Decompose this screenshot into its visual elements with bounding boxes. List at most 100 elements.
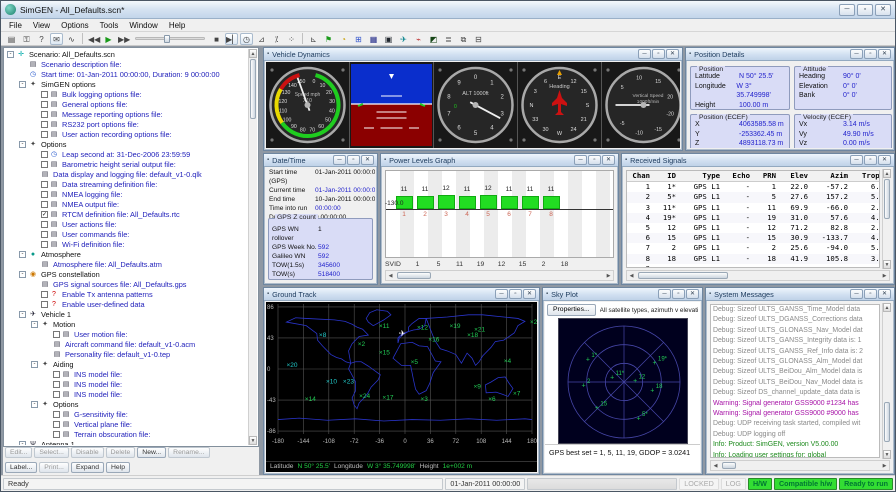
table-row[interactable]: 11*GPS L1-122.0-57.26.53.12	[627, 182, 879, 192]
tree-checkbox[interactable]	[53, 331, 60, 338]
panel-minimize-button[interactable]: ─	[638, 49, 651, 59]
tree-item[interactable]: -✛Scenario: All_Defaults.scn	[5, 49, 248, 59]
table-row[interactable]: 9	[627, 264, 879, 268]
menu-options[interactable]: Options	[56, 20, 94, 31]
tree-checkbox[interactable]	[41, 221, 48, 228]
panel-minimize-button[interactable]: ─	[658, 289, 671, 299]
run-pointer-icon[interactable]: ▶▏	[225, 33, 238, 45]
tree-checkbox[interactable]	[41, 301, 48, 308]
column-header[interactable]: Azim	[811, 171, 851, 181]
power-hscrollbar[interactable]: ◀ ▶	[385, 270, 614, 281]
scroll-thumb[interactable]	[250, 59, 256, 119]
system-messages-titlebar[interactable]: ▪ System Messages ─ ▫ ✕	[706, 288, 894, 301]
table-row[interactable]: 615GPS L1-1530.9-133.74.82.62	[627, 233, 879, 243]
scroll-thumb[interactable]	[884, 402, 890, 442]
tree-checkbox[interactable]	[41, 131, 48, 138]
panel-maximize-button[interactable]: ▫	[588, 155, 601, 165]
clock-icon[interactable]: ◷	[240, 33, 253, 45]
tree-item[interactable]: ▤Atmosphere file: All_Defaults.atm	[5, 259, 248, 269]
tree-item[interactable]: -✦Aiding	[5, 359, 248, 369]
tree-checkbox[interactable]	[53, 381, 60, 388]
tree-item[interactable]: -✦Options	[5, 139, 248, 149]
column-header[interactable]: ID	[653, 171, 679, 181]
tree-expander-icon[interactable]: -	[31, 321, 38, 328]
received-signals-titlebar[interactable]: ▪ Received Signals ─ ▫ ✕	[622, 154, 894, 167]
rewind-button[interactable]: ◀◀	[87, 33, 100, 45]
scroll-thumb[interactable]	[397, 272, 431, 279]
panel-minimize-button[interactable]: ─	[333, 155, 346, 165]
tree-checkbox[interactable]	[53, 431, 60, 438]
tree-checkbox[interactable]	[41, 191, 48, 198]
dynamics-window-icon[interactable]: ◩	[427, 33, 440, 45]
tree-checkbox[interactable]	[41, 161, 48, 168]
panel-close-button[interactable]: ✕	[602, 155, 615, 165]
tree-item[interactable]: ▤Scenario description file:	[5, 59, 248, 69]
messages-vscrollbar[interactable]: ▲ ▼	[882, 303, 891, 459]
expand-button[interactable]: Expand	[71, 462, 104, 473]
print-icon[interactable]: ▤	[5, 33, 18, 45]
map-icon[interactable]: ⚑	[322, 33, 335, 45]
scroll-thumb[interactable]	[722, 462, 736, 469]
panel-close-button[interactable]: ✕	[878, 155, 891, 165]
panel-maximize-button[interactable]: ▫	[652, 49, 665, 59]
signals-hscrollbar[interactable]: ◀ ▶	[626, 270, 890, 281]
tree-item[interactable]: ▤User motion file:	[5, 329, 248, 339]
column-header[interactable]: Type	[679, 171, 723, 181]
panel-maximize-button[interactable]: ▫	[864, 155, 877, 165]
help-button[interactable]: Help	[106, 462, 130, 473]
rename-button[interactable]: Rename...	[168, 447, 209, 458]
tree-checkbox[interactable]	[41, 241, 48, 248]
position-details-titlebar[interactable]: ▪ Position Details ─ ▫ ✕	[686, 48, 894, 61]
tree-item[interactable]: -◉GPS constellation	[5, 269, 248, 279]
tree-item[interactable]: ▤G-sensitivity file:	[5, 409, 248, 419]
power-window-icon[interactable]: ⌁	[412, 33, 425, 45]
tree-scrollbar[interactable]: ▲ ▼	[248, 49, 257, 445]
sky-plot-titlebar[interactable]: ▪ Sky Plot ─ ▫ ✕	[543, 288, 702, 301]
menu-file[interactable]: File	[4, 20, 27, 31]
scroll-up-icon[interactable]: ▲	[883, 303, 891, 312]
column-header[interactable]: Elev	[779, 171, 811, 181]
tree-expander-icon[interactable]: -	[19, 251, 26, 258]
tree-checkbox[interactable]	[41, 121, 48, 128]
tree-item[interactable]: ◷Leap second at: 31-Dec-2006 23:59:59	[5, 149, 248, 159]
tree-item[interactable]: -✦SimGEN options	[5, 79, 248, 89]
tree-item[interactable]: ▤Terrain obscuration file:	[5, 429, 248, 439]
tree-item[interactable]: ▤NMEA logging file:	[5, 189, 248, 199]
time-icon[interactable]: ◔	[337, 33, 350, 45]
tree-expander-icon[interactable]: -	[19, 271, 26, 278]
window-minimize-button[interactable]: ─	[839, 4, 855, 16]
column-header[interactable]: Tropo	[851, 171, 880, 181]
tree-item[interactable]: ▤Wi-Fi definition file:	[5, 239, 248, 249]
label-button[interactable]: Label...	[5, 462, 37, 473]
scroll-left-icon[interactable]: ◀	[711, 463, 720, 469]
select-button[interactable]: Select...	[34, 447, 69, 458]
tree-item[interactable]: ▤Aircraft command file: default_v1-0.acm	[5, 339, 248, 349]
tree-item[interactable]: ?Enable user-defined data	[5, 299, 248, 309]
tree-expander-icon[interactable]: -	[19, 141, 26, 148]
tree-expander-icon[interactable]: -	[19, 441, 26, 446]
tree-item[interactable]: ▤INS model file:	[5, 379, 248, 389]
power-levels-titlebar[interactable]: ▪ Power Levels Graph ─ ▫ ✕	[381, 154, 618, 167]
tree-item[interactable]: ▤NMEA output file:	[5, 199, 248, 209]
panel-close-button[interactable]: ✕	[878, 289, 891, 299]
table-row[interactable]: 419*GPS L1-1931.057.64.72.62	[627, 213, 879, 223]
tree-item[interactable]: ▤User commands file:	[5, 229, 248, 239]
tile-icon[interactable]: ⊟	[472, 33, 485, 45]
scroll-down-icon[interactable]: ▼	[249, 436, 257, 445]
new-button[interactable]: New...	[137, 447, 166, 458]
table-row[interactable]: 72GPS L1-225.6-94.05.62.92	[627, 243, 879, 253]
tree-item[interactable]: ▤User action recording options file:	[5, 129, 248, 139]
tree-expander-icon[interactable]: -	[19, 311, 26, 318]
tree-item[interactable]: -ΨAntenna 1	[5, 439, 248, 445]
tree-item[interactable]: ▤General options file:	[5, 99, 248, 109]
panel-close-button[interactable]: ✕	[666, 49, 679, 59]
table-row[interactable]: 311*GPS L1-1169.9-66.02.61.62	[627, 203, 879, 213]
vehicle-dynamics-titlebar[interactable]: ▪ Vehicle Dynamics ─ ▫ ✕	[264, 48, 682, 61]
tree-item[interactable]: ▤Barometric height serial output file:	[5, 159, 248, 169]
tree-item[interactable]: -✦Motion	[5, 319, 248, 329]
ground-track-titlebar[interactable]: ▪ Ground Track ─ ▫ ✕	[264, 288, 539, 301]
tree-expander-icon[interactable]: -	[19, 81, 26, 88]
scroll-down-icon[interactable]: ▼	[883, 450, 891, 459]
panel-maximize-button[interactable]: ▫	[864, 49, 877, 59]
tree-checkbox[interactable]	[41, 101, 48, 108]
